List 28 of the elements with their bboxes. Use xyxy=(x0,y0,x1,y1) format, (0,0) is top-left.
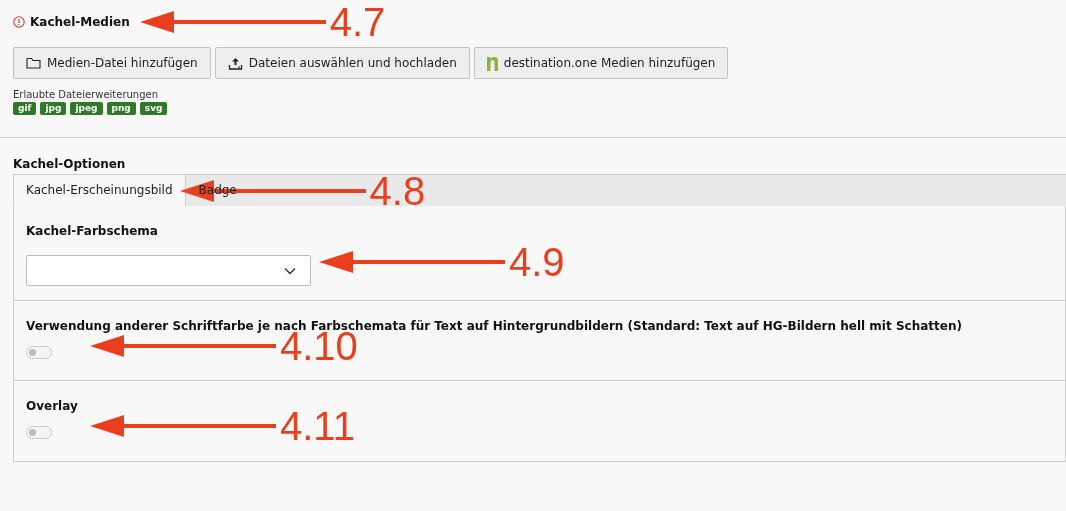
extension-badge: jpeg xyxy=(70,102,103,115)
annotation-label: 4.8 xyxy=(369,174,426,207)
extension-badge: jpg xyxy=(40,102,67,115)
add-button[interactable]: destination.one Medien hinzufügen xyxy=(473,47,729,79)
annotation-label: 4.11 xyxy=(280,410,355,442)
tab[interactable]: Kachel-Erscheinungsbild xyxy=(13,173,186,207)
chevron-icon xyxy=(284,266,296,275)
folder-icon xyxy=(26,57,41,69)
section-title: Kachel-Optionen xyxy=(13,157,127,171)
annotation-label: 4.7 xyxy=(329,6,386,38)
logo-icon xyxy=(486,55,498,71)
toggle-switch[interactable] xyxy=(26,346,52,359)
add-button[interactable]: Medien-Datei hinzufügen xyxy=(13,47,211,79)
toggle-switch[interactable] xyxy=(26,426,52,439)
add-button[interactable]: Dateien auswählen und hochladen xyxy=(214,47,470,79)
field-label: Kachel-Farbschema xyxy=(26,224,159,238)
hint-text: Erlaubte Dateierweiterungen xyxy=(13,89,160,100)
upload-icon xyxy=(227,56,243,70)
select-field[interactable] xyxy=(26,255,311,286)
extension-badge: svg xyxy=(139,102,168,115)
extension-badge: gif xyxy=(13,102,37,115)
tab[interactable]: Badge xyxy=(185,173,250,207)
extension-badge: png xyxy=(106,102,136,115)
field-label: Verwendung anderer Schriftfarbe je nach Farbschemata für Text auf Hintergrundbildern (Standard: Text auf HG-Bildern hell mit Schatten) xyxy=(26,319,963,333)
annotation-label: 4.9 xyxy=(509,246,565,278)
annotation-label: 4.10 xyxy=(280,330,358,362)
section-title: Kachel-Medien xyxy=(30,15,130,29)
field-label: Overlay xyxy=(26,399,79,413)
